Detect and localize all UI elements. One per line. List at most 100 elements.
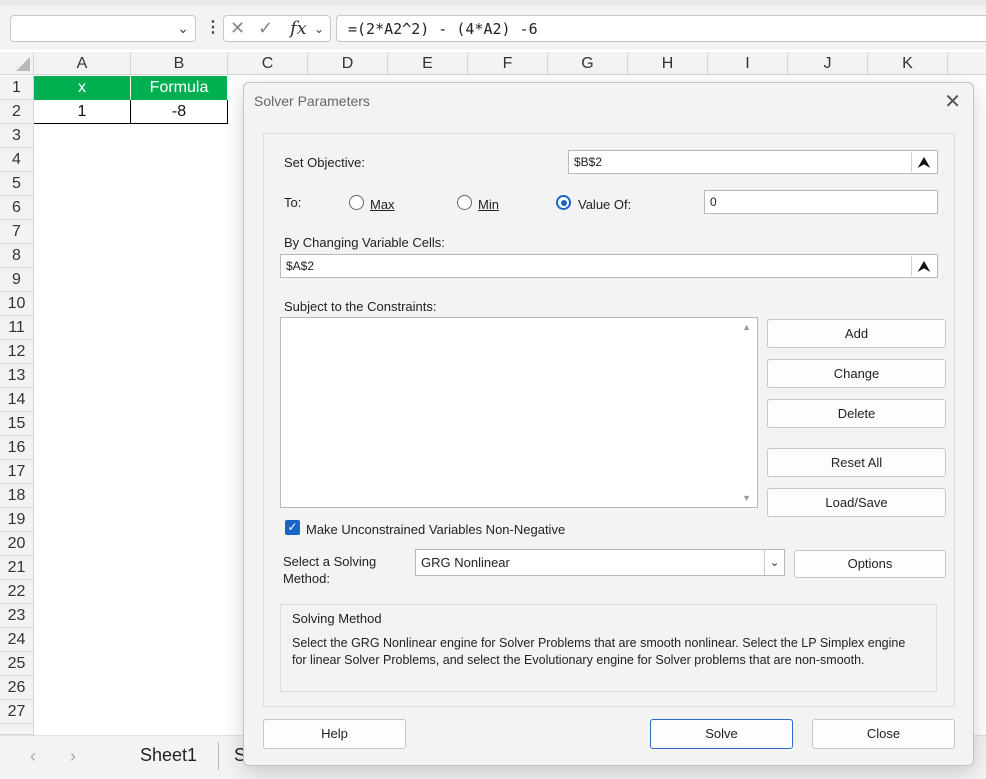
options-button[interactable]: Options <box>794 550 946 578</box>
row-header[interactable]: 17 <box>0 460 34 484</box>
min-label[interactable]: Min <box>478 197 499 212</box>
nonneg-checkbox[interactable]: ✓ <box>285 520 300 535</box>
to-label: To: <box>284 195 302 210</box>
row-header[interactable]: 20 <box>0 532 34 556</box>
column-header-i[interactable]: I <box>708 52 788 75</box>
column-header-d[interactable]: D <box>308 52 388 75</box>
value-of-label[interactable]: Value Of: <box>578 197 631 212</box>
chevron-down-icon[interactable]: ⌄ <box>314 22 324 36</box>
cell-a2[interactable]: 1 <box>34 100 131 124</box>
row-header[interactable]: 2 <box>0 100 34 124</box>
column-header-e[interactable]: E <box>388 52 468 75</box>
max-label[interactable]: Max <box>370 197 395 212</box>
select-all-corner[interactable] <box>0 52 34 75</box>
row-header[interactable]: 16 <box>0 436 34 460</box>
close-icon[interactable]: ✕ <box>944 89 961 114</box>
load-save-button[interactable]: Load/Save <box>767 488 946 517</box>
row-header[interactable]: 9 <box>0 268 34 292</box>
row-header[interactable]: 13 <box>0 364 34 388</box>
column-header-g[interactable]: G <box>548 52 628 75</box>
value-of-input[interactable]: 0 <box>704 190 938 214</box>
set-objective-label: Set Objective: <box>284 155 365 170</box>
insert-function-icon[interactable]: fx <box>290 18 307 39</box>
row-header[interactable]: 3 <box>0 124 34 148</box>
tab-divider <box>218 742 219 770</box>
help-button[interactable]: Help <box>263 719 406 749</box>
row-header[interactable]: 11 <box>0 316 34 340</box>
change-button[interactable]: Change <box>767 359 946 388</box>
prev-sheet-icon[interactable]: ‹ <box>30 746 36 767</box>
close-button[interactable]: Close <box>812 719 955 749</box>
max-radio[interactable] <box>349 195 364 210</box>
next-sheet-icon[interactable]: › <box>70 746 76 767</box>
formula-controls: ✕ ✓ fx ⌄ <box>223 15 331 42</box>
changing-cells-value: $A$2 <box>286 259 315 273</box>
row-header[interactable]: 24 <box>0 628 34 652</box>
solving-method-info: Solving Method Select the GRG Nonlinear … <box>280 604 937 692</box>
row-header[interactable]: 27 <box>0 700 34 724</box>
row-header[interactable]: 5 <box>0 172 34 196</box>
column-header-a[interactable]: A <box>34 52 131 75</box>
scroll-up-icon[interactable]: ▲ <box>742 322 751 332</box>
row-header[interactable]: 25 <box>0 652 34 676</box>
sheet-tab-sheet1[interactable]: Sheet1 <box>140 745 197 766</box>
solver-parameters-dialog: Solver Parameters ✕ Set Objective: $B$2 … <box>243 82 974 766</box>
column-header-partial[interactable] <box>948 52 986 75</box>
row-header[interactable]: 7 <box>0 220 34 244</box>
objective-value: $B$2 <box>574 155 603 169</box>
formula-input[interactable]: =(2*A2^2) - (4*A2) -6 <box>336 15 986 42</box>
name-box[interactable]: ⌄ <box>10 15 196 42</box>
column-header-c[interactable]: C <box>228 52 308 75</box>
collapse-dialog-icon[interactable]: ⮝ <box>911 152 936 172</box>
row-header[interactable]: 10 <box>0 292 34 316</box>
constraints-label: Subject to the Constraints: <box>284 299 437 314</box>
row-header[interactable]: 18 <box>0 484 34 508</box>
cell-a1[interactable]: x <box>34 76 131 100</box>
reset-all-button[interactable]: Reset All <box>767 448 946 477</box>
solve-button[interactable]: Solve <box>650 719 793 749</box>
column-header-j[interactable]: J <box>788 52 868 75</box>
row-header[interactable]: 19 <box>0 508 34 532</box>
row-header[interactable]: 26 <box>0 676 34 700</box>
enter-icon[interactable]: ✓ <box>258 18 273 39</box>
row-header[interactable]: 14 <box>0 388 34 412</box>
info-text: Select the GRG Nonlinear engine for Solv… <box>292 636 906 667</box>
column-header-f[interactable]: F <box>468 52 548 75</box>
column-header-h[interactable]: H <box>628 52 708 75</box>
objective-input[interactable]: $B$2 ⮝ <box>568 150 938 174</box>
changing-cells-input[interactable]: $A$2 ⮝ <box>280 254 938 278</box>
row-header[interactable]: 21 <box>0 556 34 580</box>
scroll-down-icon[interactable]: ▼ <box>742 493 751 503</box>
dialog-title: Solver Parameters <box>254 93 370 109</box>
nonneg-label[interactable]: Make Unconstrained Variables Non-Negativ… <box>306 522 565 537</box>
cancel-icon[interactable]: ✕ <box>230 18 245 39</box>
row-header[interactable]: 4 <box>0 148 34 172</box>
add-button[interactable]: Add <box>767 319 946 348</box>
row-header-partial[interactable] <box>0 724 34 735</box>
row-header[interactable]: 22 <box>0 580 34 604</box>
row-header[interactable]: 1 <box>0 76 34 100</box>
row-header[interactable]: 8 <box>0 244 34 268</box>
row-header[interactable]: 15 <box>0 412 34 436</box>
row-header[interactable]: 23 <box>0 604 34 628</box>
delete-button[interactable]: Delete <box>767 399 946 428</box>
constraints-list[interactable]: ▲ ▼ <box>280 317 758 508</box>
column-header-k[interactable]: K <box>868 52 948 75</box>
method-label-line2: Method: <box>283 571 330 586</box>
ribbon-edge <box>0 0 986 6</box>
changing-cells-label: By Changing Variable Cells: <box>284 235 445 250</box>
chevron-down-icon[interactable]: ⌄ <box>177 20 189 37</box>
formula-bar: ⌄ ⋮ ✕ ✓ fx ⌄ =(2*A2^2) - (4*A2) -6 <box>0 0 986 50</box>
collapse-dialog-icon[interactable]: ⮝ <box>911 256 936 276</box>
column-header-b[interactable]: B <box>131 52 228 75</box>
row-header[interactable]: 12 <box>0 340 34 364</box>
method-label-line1: Select a Solving <box>283 554 377 569</box>
cell-b2[interactable]: -8 <box>131 100 228 124</box>
min-radio[interactable] <box>457 195 472 210</box>
more-vertical-icon[interactable]: ⋮ <box>205 18 221 38</box>
row-header[interactable]: 6 <box>0 196 34 220</box>
solving-method-select[interactable]: GRG Nonlinear ⌄ <box>415 549 785 576</box>
chevron-down-icon[interactable]: ⌄ <box>764 550 784 575</box>
value-of-radio[interactable] <box>556 195 571 210</box>
cell-b1[interactable]: Formula <box>131 76 228 100</box>
